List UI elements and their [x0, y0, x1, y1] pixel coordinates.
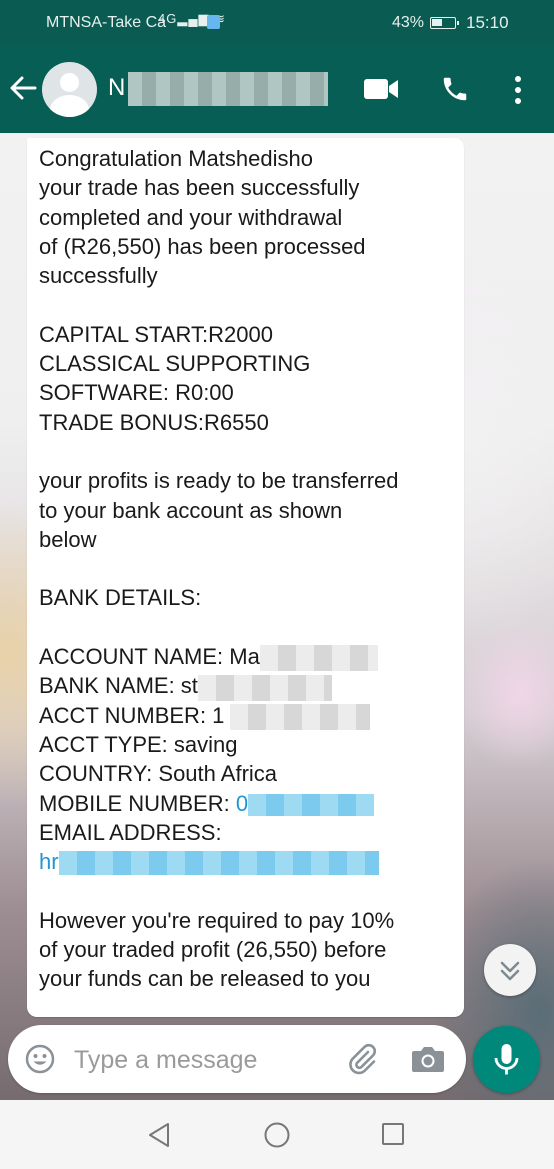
account-name-row: ACCOUNT NAME: Ma	[39, 642, 454, 672]
sim-icon	[207, 15, 220, 29]
payment-line: of your traded profit (26,550) before	[39, 937, 387, 963]
nav-back-icon[interactable]	[146, 1121, 172, 1149]
microphone-icon	[494, 1044, 519, 1075]
redacted-text	[197, 674, 332, 701]
avatar[interactable]	[42, 62, 97, 117]
voice-message-button[interactable]	[473, 1026, 540, 1093]
redacted-link[interactable]	[58, 851, 379, 876]
nav-home-icon[interactable]	[263, 1121, 291, 1149]
emoji-icon[interactable]	[24, 1043, 56, 1075]
profits-line: below	[39, 526, 97, 552]
account-name: ACCOUNT NAME: Ma	[39, 644, 260, 670]
clock: 15:10	[466, 13, 509, 32]
mobile-number-link[interactable]: 0	[236, 791, 248, 816]
back-arrow-icon[interactable]	[8, 68, 40, 108]
message-bubble[interactable]: Congratulation Matshedisho your trade ha…	[27, 138, 464, 1017]
mobile-label: MOBILE NUMBER:	[39, 790, 236, 816]
system-navigation-bar	[0, 1100, 554, 1169]
email-link[interactable]: hr	[39, 849, 59, 874]
video-call-icon[interactable]	[364, 78, 398, 100]
redacted-text	[259, 645, 378, 672]
acct-number-row: ACCT NUMBER: 1	[39, 701, 454, 730]
email-label: EMAIL ADDRESS:	[39, 819, 222, 845]
message-composer	[8, 1025, 466, 1093]
redacted-contact-name	[128, 72, 328, 106]
email-row: hr	[39, 847, 454, 876]
acct-type: ACCT TYPE: saving	[39, 731, 238, 757]
carrier-name: MTNSA-Take Ca	[46, 14, 167, 31]
more-options-icon[interactable]	[511, 74, 525, 106]
software-cost: SOFTWARE: R0:00	[39, 380, 234, 406]
redacted-text	[230, 703, 371, 730]
payment-line: However you're required to pay 10%	[39, 907, 395, 933]
voice-call-icon[interactable]	[440, 74, 470, 104]
mobile-row: MOBILE NUMBER: 0	[39, 789, 454, 818]
capital-start: CAPITAL START:R2000	[39, 321, 273, 347]
battery-percent: 43%	[392, 14, 425, 31]
payment-line: your funds can be released to you	[39, 966, 371, 992]
message-line: completed and your withdrawal	[39, 204, 343, 230]
bank-details-heading: BANK DETAILS:	[39, 585, 202, 611]
trade-bonus: TRADE BONUS:R6550	[39, 409, 269, 435]
message-line: your trade has been successfully	[39, 175, 360, 201]
bank-name: BANK NAME: st	[39, 673, 198, 699]
battery-icon	[430, 17, 459, 29]
nav-recents-icon[interactable]	[381, 1122, 405, 1146]
profits-line: your profits is ready to be transferred	[39, 468, 399, 494]
double-chevron-down-icon	[500, 961, 520, 981]
scroll-to-bottom-button[interactable]	[484, 944, 536, 996]
message-input[interactable]	[72, 1043, 326, 1077]
country: COUNTRY: South Africa	[39, 761, 278, 787]
acct-number: ACCT NUMBER: 1	[39, 702, 225, 728]
status-bar: MTNSA-Take Ca 4G▂▄▆ ≋ 43% 15:10	[0, 0, 554, 46]
camera-icon[interactable]	[410, 1043, 446, 1075]
message-line: successfully	[39, 263, 158, 289]
message-line: of (R26,550) has been processed	[39, 233, 366, 259]
network-type: 4G	[158, 11, 178, 26]
paperclip-icon[interactable]	[344, 1041, 380, 1077]
chat-header: N	[0, 46, 554, 133]
bank-name-row: BANK NAME: st	[39, 671, 454, 701]
software-line: CLASSICAL SUPPORTING	[39, 351, 311, 377]
contact-name[interactable]: N	[108, 74, 125, 102]
profits-line: to your bank account as shown	[39, 497, 343, 523]
message-line: Congratulation Matshedisho	[39, 146, 313, 171]
redacted-link[interactable]	[248, 793, 375, 816]
